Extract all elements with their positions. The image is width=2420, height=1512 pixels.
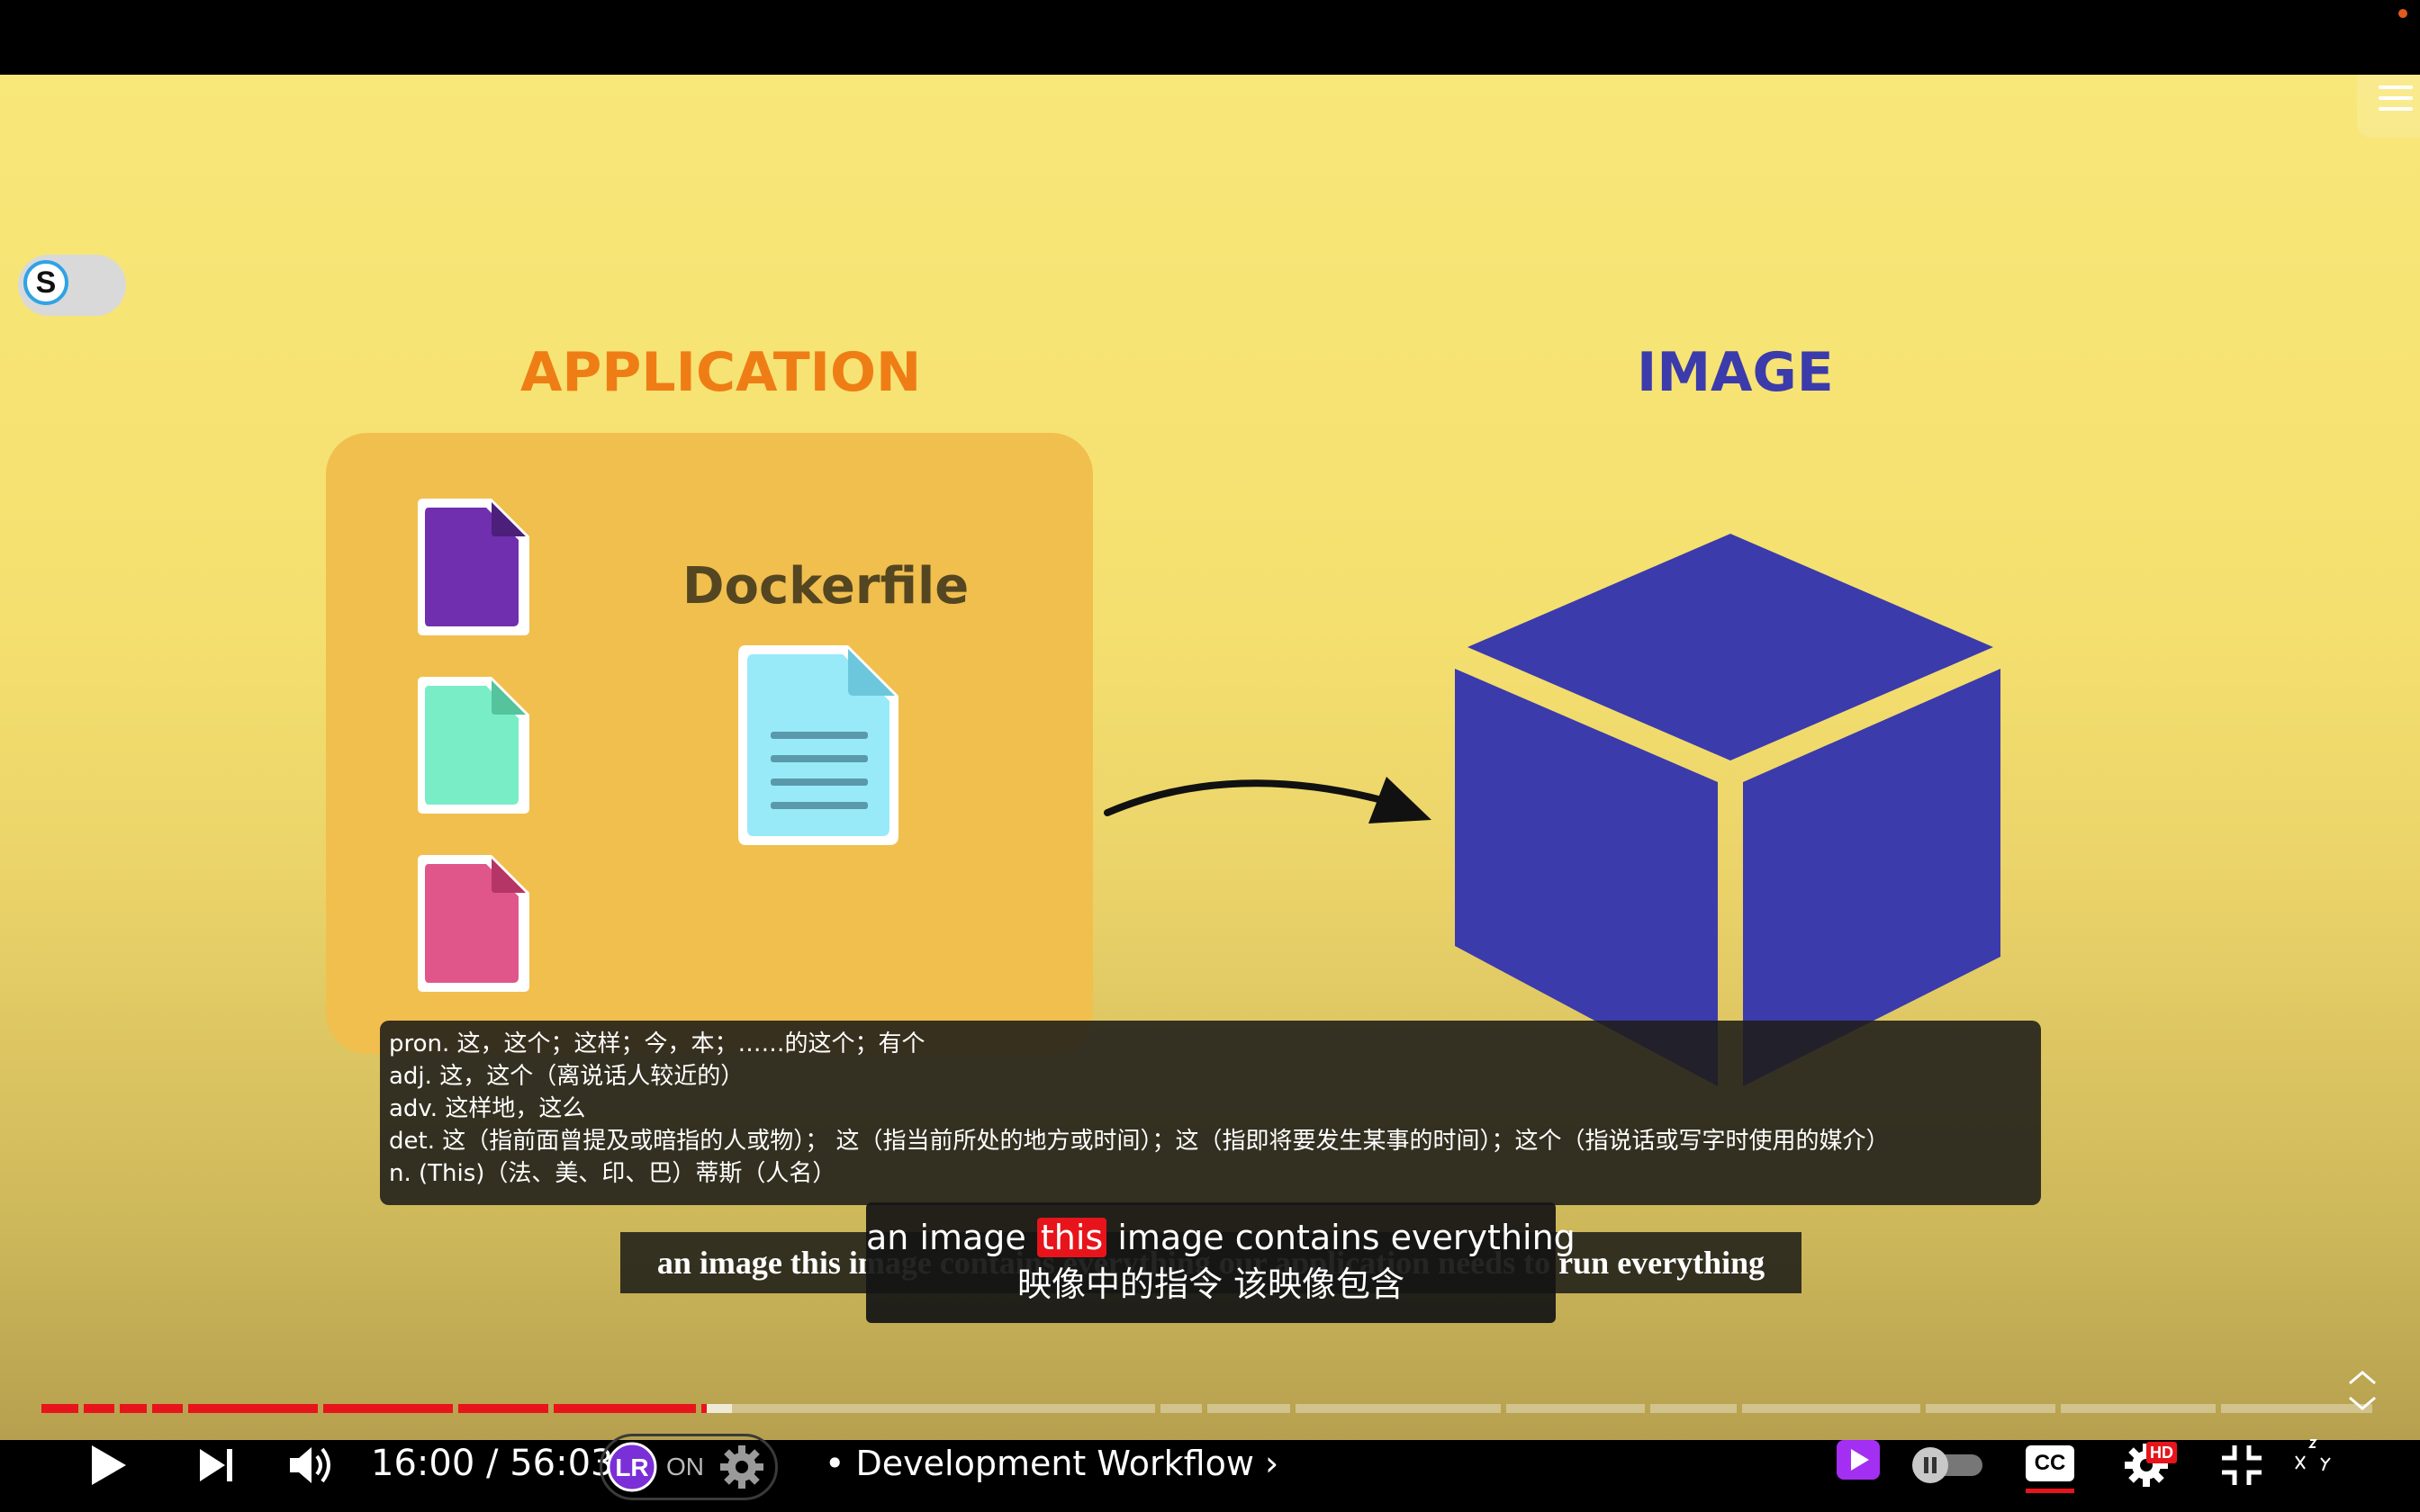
hd-badge: HD: [2146, 1442, 2177, 1463]
highlighted-word[interactable]: this: [1036, 1218, 1107, 1257]
dual-subtitle-box: an image this image contains everything …: [866, 1202, 1576, 1323]
subtitle-line-english: an image this image contains everything: [866, 1215, 1576, 1260]
subtitle-word[interactable]: image contains everything: [1106, 1218, 1575, 1257]
played-segment: [41, 1404, 78, 1413]
dockerfile-label: Dockerfile: [682, 557, 970, 616]
captions-active-indicator: [2026, 1489, 2074, 1493]
language-reactor-settings-icon[interactable]: [718, 1444, 765, 1490]
subtitle-word[interactable]: an image: [866, 1218, 1037, 1257]
chapter-bullet: •: [825, 1444, 845, 1483]
played-segment: [84, 1404, 114, 1413]
exit-fullscreen-icon[interactable]: [2218, 1442, 2265, 1489]
dictionary-line: pron. 这，这个；这样；今，本；……的这个；有个: [389, 1030, 926, 1058]
dictionary-line: adv. 这样地，这么: [389, 1095, 586, 1122]
dockerfile-document-icon: [738, 645, 898, 845]
recording-indicator: [2398, 9, 2407, 18]
chapter-segment[interactable]: [1506, 1404, 1645, 1413]
played-segment: [323, 1404, 453, 1413]
image-heading: IMAGE: [1637, 341, 1834, 404]
chapter-segment[interactable]: [1296, 1404, 1501, 1413]
arrow-icon: [1104, 777, 1431, 824]
dictionary-line: det. 这（指前面曾提及或暗指的人或物）； 这（指当前所处的地方或时间）；这（…: [389, 1128, 1890, 1155]
dictionary-line: adj. 这，这个（离说话人较近的）: [389, 1063, 745, 1090]
chapter-segment[interactable]: [1650, 1404, 1737, 1413]
play-icon[interactable]: [86, 1440, 131, 1490]
volume-icon[interactable]: [286, 1444, 335, 1487]
language-reactor-logo-icon[interactable]: LR: [605, 1440, 659, 1494]
chapter-segment[interactable]: [1160, 1404, 1202, 1413]
s-extension-toggle[interactable]: S: [18, 255, 126, 316]
progress-bar[interactable]: [41, 1404, 2375, 1413]
chapter-segment[interactable]: [1926, 1404, 2055, 1413]
played-segment: [120, 1404, 147, 1413]
next-icon[interactable]: [196, 1444, 238, 1487]
played-segment: [152, 1404, 183, 1413]
captions-button[interactable]: CC: [2026, 1445, 2074, 1481]
current-time: 16:00: [371, 1443, 475, 1484]
side-menu-button[interactable]: [2357, 75, 2420, 138]
cube-icon: [1455, 534, 2000, 1086]
chapter-segment[interactable]: [1207, 1404, 1290, 1413]
autoplay-toggle-icon[interactable]: [1909, 1444, 1986, 1487]
dictionary-popup: pron. 这，这个；这样；今，本；……的这个；有个 adj. 这，这个（离说话…: [380, 1021, 2041, 1205]
top-bar: [0, 0, 2420, 75]
time-separator: /: [474, 1443, 510, 1484]
chapter-segment[interactable]: [701, 1404, 1155, 1413]
pink-file-icon: [418, 855, 529, 992]
lr-logo-text: LR: [615, 1454, 648, 1481]
played-segment: [554, 1404, 696, 1413]
green-file-icon: [418, 677, 529, 814]
extension-xy-icon[interactable]: [2294, 1435, 2337, 1478]
language-reactor-state[interactable]: ON: [666, 1453, 704, 1481]
application-heading: APPLICATION: [520, 341, 922, 404]
dictionary-line: n. (This)（法、美、印、巴）蒂斯（人名）: [389, 1160, 836, 1187]
chapter-name: Development Workflow: [855, 1444, 1254, 1483]
total-time: 56:03: [510, 1443, 614, 1484]
time-display: 16:00 / 56:03: [371, 1438, 613, 1489]
s-toggle-knob: S: [23, 260, 68, 305]
played-segment: [458, 1404, 548, 1413]
chapter-segment[interactable]: [2221, 1404, 2372, 1413]
miniplayer-icon[interactable]: [1835, 1438, 1882, 1481]
chapter-segment[interactable]: [2061, 1404, 2216, 1413]
played-segment: [188, 1404, 318, 1413]
chevron-right-icon: ›: [1265, 1444, 1279, 1483]
chapter-segment[interactable]: [1742, 1404, 1920, 1413]
subtitle-line-chinese: 映像中的指令 该映像包含: [1016, 1264, 1405, 1304]
purple-file-icon: [418, 499, 529, 635]
chapter-title[interactable]: • Development Workflow ›: [825, 1438, 1278, 1489]
played-segment: [701, 1404, 707, 1413]
